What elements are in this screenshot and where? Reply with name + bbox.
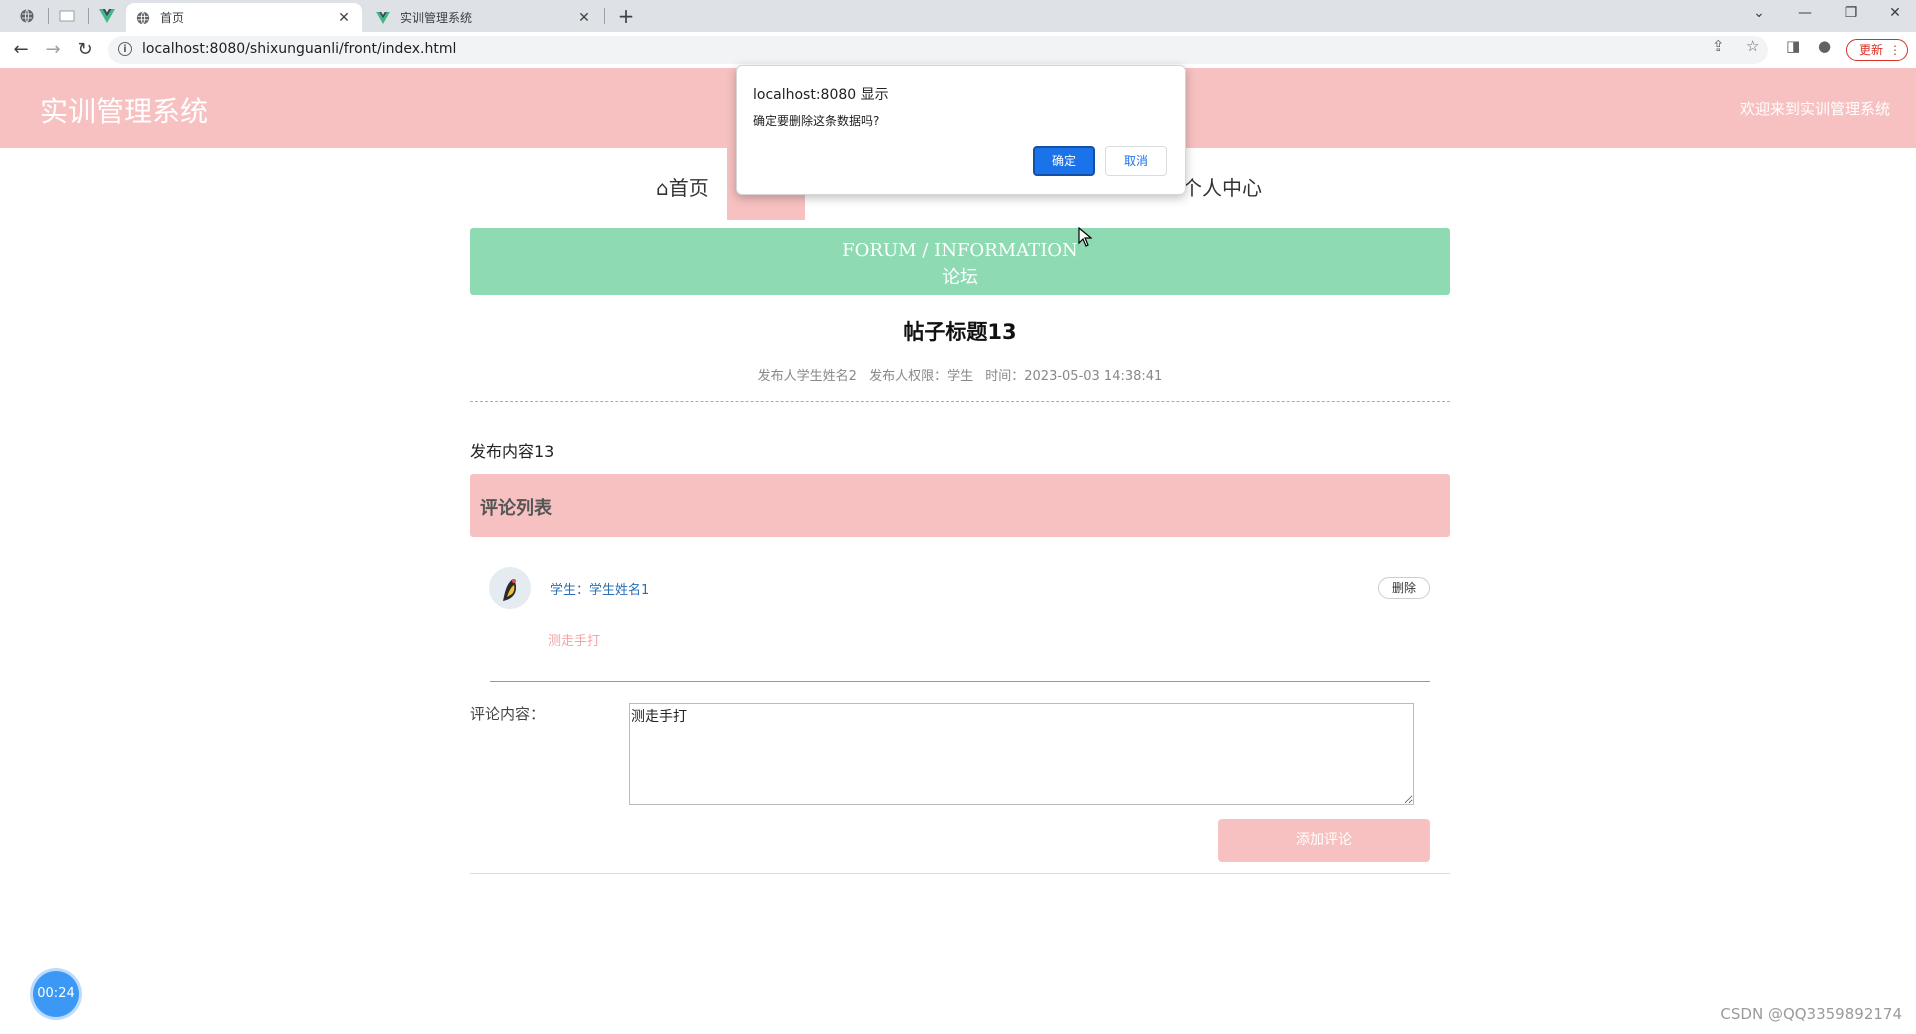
side-panel-icon[interactable]: ◨ [1786, 37, 1800, 55]
site-title: 实训管理系统 [40, 95, 209, 128]
home-icon: ⌂ [656, 176, 669, 200]
comment-content-textarea[interactable]: 测走手打 [629, 703, 1414, 805]
tab-system-label: 实训管理系统 [400, 11, 473, 25]
tab-system[interactable]: 实训管理系统 ✕ [366, 3, 602, 32]
profile-avatar-icon[interactable]: ● [1818, 37, 1831, 55]
avatar-image [489, 567, 531, 609]
info-icon[interactable]: i [118, 42, 132, 56]
post-content: 发布内容13 [470, 442, 555, 461]
restore-button[interactable]: ❐ [1828, 0, 1874, 28]
post-title: 帖子标题13 [903, 320, 1017, 344]
comment-divider [490, 681, 1430, 682]
dialog-title: localhost:8080 显示 [753, 87, 889, 103]
banner-chinese: 论坛 [942, 267, 978, 288]
address-toolbar: ← → ↻ i localhost:8080/shixunguanli/fron… [0, 32, 1916, 69]
post-time: 时间：2023-05-03 14:38:41 [985, 369, 1163, 384]
close-icon[interactable]: ✕ [336, 10, 352, 26]
post-meta: 发布人学生姓名2 发布人权限：学生 时间：2023-05-03 14:38:41 [470, 365, 1450, 384]
update-label: 更新 [1859, 43, 1884, 57]
minimize-button[interactable]: — [1782, 0, 1828, 28]
post-author: 发布人学生姓名2 [757, 369, 857, 384]
vue-logo-icon [376, 11, 390, 24]
bottom-divider [470, 873, 1450, 874]
comment-list-title: 评论列表 [480, 498, 552, 519]
blank-page-icon [59, 10, 75, 22]
browser-tab-strip: 首页 ✕ 实训管理系统 ✕ + ⌄ — ❐ ✕ [0, 0, 1916, 32]
nav-home-label: 首页 [668, 176, 709, 200]
divider [470, 401, 1450, 402]
nav-item-personal-center[interactable]: 个人中心 [1182, 172, 1262, 201]
watermark: CSDN @QQ3359892174 [1720, 1005, 1902, 1023]
bookmark-star-icon[interactable]: ☆ [1746, 37, 1759, 55]
dialog-cancel-button[interactable]: 取消 [1105, 146, 1167, 176]
update-button[interactable]: 更新 ⋮ [1846, 39, 1908, 61]
confirm-dialog: localhost:8080 显示 确定要删除这条数据吗? 确定 取消 [736, 65, 1186, 195]
window-close-button[interactable]: ✕ [1872, 0, 1916, 28]
reload-icon[interactable]: ↻ [72, 38, 98, 62]
section-banner: FORUM / INFORMATION 论坛 [470, 228, 1450, 295]
url-text[interactable]: localhost:8080/shixunguanli/front/index.… [142, 41, 456, 57]
welcome-text: 欢迎来到实训管理系统 [1739, 100, 1890, 118]
back-arrow-icon[interactable]: ← [8, 38, 34, 62]
tab-search-chevron-icon[interactable]: ⌄ [1736, 0, 1782, 28]
delete-comment-button[interactable]: 删除 [1378, 577, 1430, 599]
nav-item-home[interactable]: ⌂首页 [656, 172, 709, 201]
vue-logo-icon [99, 9, 115, 23]
avatar [489, 567, 531, 609]
pinned-tab-vue[interactable] [90, 4, 124, 28]
comment-text: 测走手打 [548, 634, 601, 649]
tab-home[interactable]: 首页 ✕ [126, 3, 362, 32]
pinned-tab-globe[interactable] [10, 4, 44, 28]
new-tab-button[interactable]: + [614, 4, 638, 28]
comment-user: 学生：学生姓名1 [550, 583, 650, 598]
pinned-tab-blank[interactable] [50, 4, 84, 28]
tab-home-label: 首页 [160, 11, 185, 25]
forward-arrow-icon[interactable]: → [40, 38, 66, 62]
url-bar[interactable]: i localhost:8080/shixunguanli/front/inde… [108, 36, 1768, 64]
recording-timer[interactable]: 00:24 [33, 971, 79, 1017]
globe-icon [20, 9, 34, 23]
dialog-message: 确定要删除这条数据吗? [753, 114, 880, 128]
comment-list-header: 评论列表 [470, 474, 1450, 537]
add-comment-button[interactable]: 添加评论 [1218, 819, 1430, 862]
nav-personal-label: 个人中心 [1182, 176, 1262, 200]
more-menu-icon[interactable]: ⋮ [1889, 40, 1901, 60]
share-icon[interactable]: ⇪ [1712, 37, 1725, 55]
dialog-ok-button[interactable]: 确定 [1033, 146, 1095, 176]
comment-content-label: 评论内容： [470, 705, 546, 723]
globe-icon [136, 11, 150, 24]
close-icon[interactable]: ✕ [576, 10, 592, 26]
post-role: 发布人权限：学生 [869, 369, 974, 384]
mouse-cursor-icon [1078, 227, 1092, 247]
banner-english: FORUM / INFORMATION [842, 240, 1078, 261]
